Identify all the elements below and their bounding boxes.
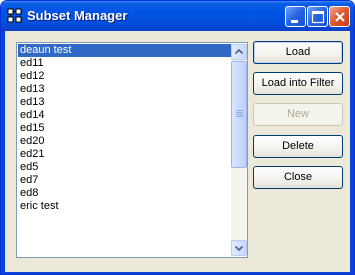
maximize-button[interactable] bbox=[307, 6, 328, 27]
subset-list-item[interactable]: ed13 bbox=[18, 96, 231, 109]
minimize-button[interactable] bbox=[285, 6, 306, 27]
subset-manager-window: Subset Manager deaun test ed11 ed12 ed13 ed1… bbox=[0, 0, 355, 275]
title-bar[interactable]: Subset Manager bbox=[1, 1, 354, 31]
scrollbar-thumb[interactable] bbox=[231, 61, 247, 168]
scroll-grip-line bbox=[236, 116, 243, 117]
subset-list-items: deaun test ed11 ed12 ed13 ed13 ed14 ed15 ed20 ed… bbox=[18, 44, 231, 213]
load-button[interactable]: Load bbox=[253, 41, 343, 64]
maximize-icon bbox=[311, 10, 325, 24]
subset-list-item[interactable]: ed5 bbox=[18, 161, 231, 174]
scroll-down-button[interactable] bbox=[231, 240, 247, 256]
subset-list-item[interactable]: ed7 bbox=[18, 174, 231, 187]
load-into-filter-button[interactable]: Load into Filter bbox=[253, 72, 343, 95]
new-button[interactable]: New bbox=[253, 103, 343, 126]
subset-list[interactable]: deaun test ed11 ed12 ed13 ed13 ed14 ed15 ed20 ed… bbox=[16, 42, 248, 258]
subset-list-item[interactable]: ed8 bbox=[18, 187, 231, 200]
close-button[interactable]: Close bbox=[253, 166, 343, 189]
minimize-icon bbox=[291, 20, 298, 23]
subset-list-item[interactable]: ed12 bbox=[18, 70, 231, 83]
subset-list-item[interactable]: ed13 bbox=[18, 83, 231, 96]
scroll-up-button[interactable] bbox=[231, 44, 247, 60]
window-frame-left bbox=[1, 31, 5, 274]
subset-list-item[interactable]: ed21 bbox=[18, 148, 231, 161]
subset-list-item[interactable]: deaun test bbox=[18, 44, 231, 57]
close-window-button[interactable] bbox=[329, 6, 350, 27]
delete-button[interactable]: Delete bbox=[253, 135, 343, 158]
close-icon bbox=[335, 12, 345, 22]
chevron-up-icon bbox=[234, 48, 244, 55]
scroll-grip-line bbox=[236, 110, 243, 111]
window-title: Subset Manager bbox=[27, 8, 128, 23]
subset-list-item[interactable]: ed20 bbox=[18, 135, 231, 148]
app-icon bbox=[7, 8, 22, 23]
subset-list-item[interactable]: eric test bbox=[18, 200, 231, 213]
subset-list-item[interactable]: ed14 bbox=[18, 109, 231, 122]
vertical-scrollbar[interactable] bbox=[231, 44, 247, 256]
window-frame-right bbox=[350, 31, 354, 274]
scroll-grip-line bbox=[236, 114, 243, 115]
chevron-down-icon bbox=[234, 245, 244, 252]
subset-list-item[interactable]: ed11 bbox=[18, 57, 231, 70]
scroll-grip-line bbox=[236, 112, 243, 113]
subset-list-item[interactable]: ed15 bbox=[18, 122, 231, 135]
